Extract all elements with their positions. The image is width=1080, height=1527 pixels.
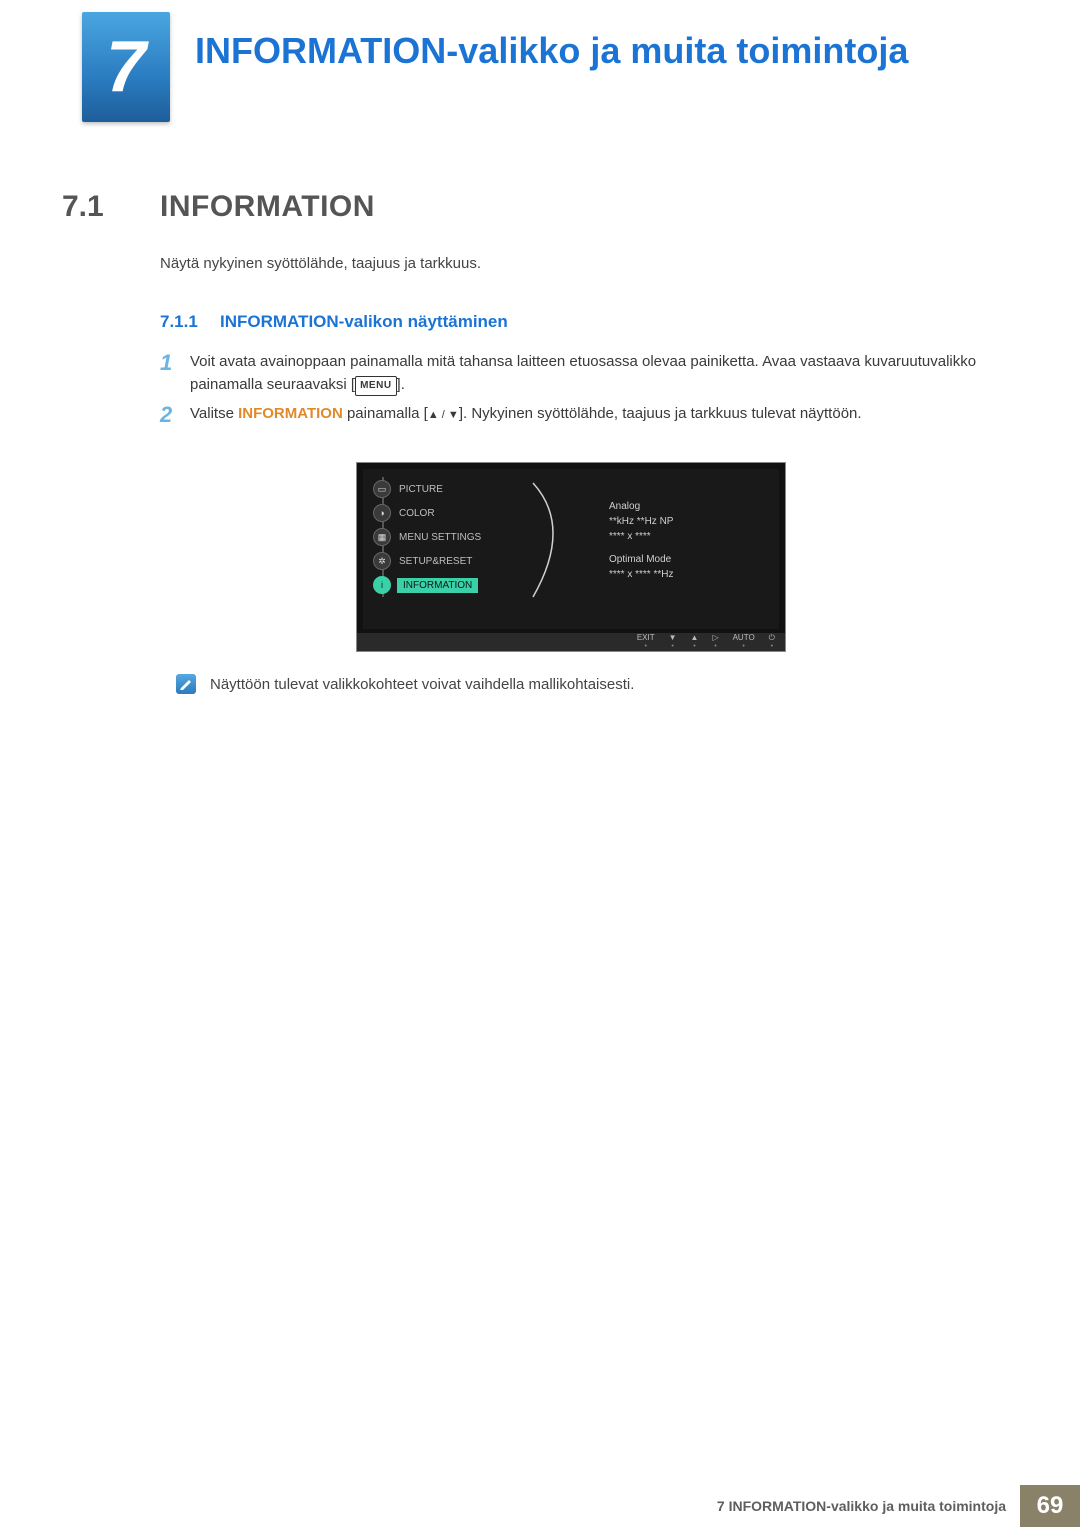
chapter-number-badge: 7 xyxy=(82,12,170,122)
dot-icon: • xyxy=(644,643,646,650)
chapter-title: INFORMATION-valikko ja muita toimintoja xyxy=(195,30,1020,72)
picture-icon: ▭ xyxy=(373,480,391,498)
triangle-up-icon: ▲ xyxy=(691,634,699,642)
menu-settings-icon: ▦ xyxy=(373,528,391,546)
step-2: 2 Valitse INFORMATION painamalla [▲ / ▼]… xyxy=(160,402,1000,425)
enter-icon: ▷ xyxy=(712,634,718,642)
step-1: 1 Voit avata avainoppaan painamalla mitä… xyxy=(160,350,1000,397)
osd-info-line5: **** x **** **Hz xyxy=(609,567,673,582)
triangle-down-icon: ▼ xyxy=(669,634,677,642)
osd-info-line2: **kHz **Hz NP xyxy=(609,514,673,529)
osd-down-button: ▼• xyxy=(669,634,677,650)
setup-icon: ✲ xyxy=(373,552,391,570)
subsection-title: INFORMATION-valikon näyttäminen xyxy=(220,312,508,332)
menu-key-label: MENU xyxy=(355,376,396,396)
dot-icon: • xyxy=(714,643,716,650)
osd-menu: ▭PICTURE ◑COLOR ▦MENU SETTINGS ✲SETUP&RE… xyxy=(373,477,561,597)
power-icon: ⏻ xyxy=(769,634,775,642)
osd-item-picture: ▭PICTURE xyxy=(373,477,561,501)
dot-icon: • xyxy=(771,643,773,650)
footer-chapter-label: 7 INFORMATION-valikko ja muita toimintoj… xyxy=(703,1485,1020,1527)
info-icon: i xyxy=(373,576,391,594)
osd-screenshot: ▭PICTURE ◑COLOR ▦MENU SETTINGS ✲SETUP&RE… xyxy=(356,462,786,652)
step-1-text-a: Voit avata avainoppaan painamalla mitä t… xyxy=(190,353,976,393)
up-down-icon: ▲ / ▼ xyxy=(428,409,459,421)
step-2-post: ]. Nykyinen syöttölähde, taajuus ja tark… xyxy=(459,405,862,422)
osd-footer: EXIT• ▼• ▲• ▷• AUTO• ⏻• xyxy=(357,633,785,651)
osd-info-line1: Analog xyxy=(609,499,673,514)
step-2-number: 2 xyxy=(160,398,172,432)
section-number: 7.1 xyxy=(62,190,104,224)
osd-auto-button: AUTO• xyxy=(733,634,755,650)
page-number: 69 xyxy=(1020,1485,1080,1527)
osd-item-setup-reset: ✲SETUP&RESET xyxy=(373,549,561,573)
dot-icon: • xyxy=(742,643,744,650)
osd-power-button: ⏻• xyxy=(769,634,775,650)
osd-info-line3: **** x **** xyxy=(609,529,673,544)
dot-icon: • xyxy=(671,643,673,650)
osd-item-menu-settings: ▦MENU SETTINGS xyxy=(373,525,561,549)
color-icon: ◑ xyxy=(373,504,391,522)
osd-up-button: ▲• xyxy=(691,634,699,650)
step-2-mid: painamalla [ xyxy=(343,405,428,422)
page-footer: 7 INFORMATION-valikko ja muita toimintoj… xyxy=(703,1485,1080,1527)
step-1-number: 1 xyxy=(160,346,172,380)
osd-item-color: ◑COLOR xyxy=(373,501,561,525)
step-2-pre: Valitse xyxy=(190,405,238,422)
section-title: INFORMATION xyxy=(160,190,375,224)
osd-body: ▭PICTURE ◑COLOR ▦MENU SETTINGS ✲SETUP&RE… xyxy=(363,469,779,629)
osd-enter-button: ▷• xyxy=(712,634,718,650)
step-2-highlight: INFORMATION xyxy=(238,405,343,422)
step-1-text-b: ]. xyxy=(397,376,405,393)
osd-exit-button: EXIT• xyxy=(637,634,655,650)
note-text: Näyttöön tulevat valikkokohteet voivat v… xyxy=(210,676,634,693)
note-icon xyxy=(176,674,196,694)
section-intro: Näytä nykyinen syöttölähde, taajuus ja t… xyxy=(160,255,481,272)
dot-icon: • xyxy=(693,643,695,650)
osd-item-information: iINFORMATION xyxy=(373,573,561,597)
osd-info-panel: Analog **kHz **Hz NP **** x **** Optimal… xyxy=(609,499,673,582)
subsection-number: 7.1.1 xyxy=(160,312,198,332)
osd-info-line4: Optimal Mode xyxy=(609,552,673,567)
